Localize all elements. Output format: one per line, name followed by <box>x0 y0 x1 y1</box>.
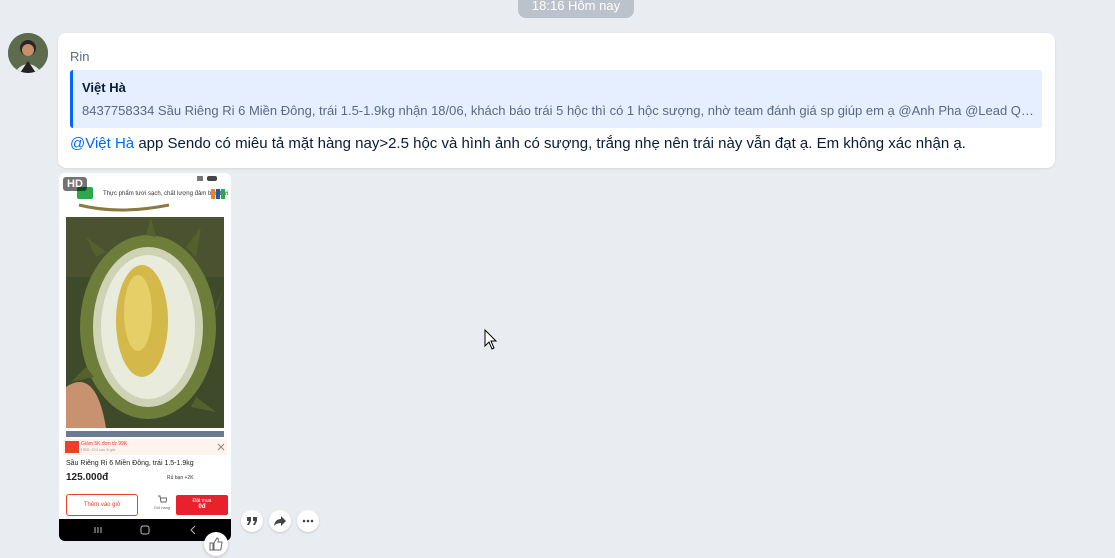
product-name: Sầu Riêng Ri 6 Miền Đông, trái 1.5-1.9kg <box>66 460 194 467</box>
timestamp-pill: 18:16 Hôm nay <box>518 0 634 18</box>
image-attachment[interactable]: HD Thực phẩm tươi sạch, chất lượng đảm b… <box>59 173 231 541</box>
cart-button: Giỏ hàng <box>147 495 177 515</box>
sender-name: Rin <box>70 49 90 64</box>
quoted-message[interactable]: Việt Hà 8437758334 Sầu Riêng Ri 6 Miền Đ… <box>70 70 1042 128</box>
forward-icon <box>274 516 286 526</box>
thumbs-up-icon <box>209 537 223 551</box>
close-icon <box>217 443 225 451</box>
add-to-cart-button: Thêm vào giỏ <box>66 494 138 516</box>
shop-banner-text: Thực phẩm tươi sạch, chất lượng đảm bảo … <box>103 191 229 197</box>
more-button[interactable] <box>297 510 319 532</box>
hd-badge: HD <box>63 177 87 191</box>
message-body: app Sendo có miêu tả mặt hàng nay>2.5 hộ… <box>134 135 966 152</box>
quote-button[interactable] <box>241 510 263 532</box>
forward-button[interactable] <box>269 510 291 532</box>
durian-photo <box>66 217 224 428</box>
buy-now-button: Đặt mua 0đ <box>176 495 228 515</box>
cart-icon <box>158 495 168 503</box>
more-icon <box>302 519 314 523</box>
mouse-pointer-icon <box>484 329 498 350</box>
seller-tag: Rủ bạn +2K <box>167 475 194 481</box>
message-text: @Việt Hà app Sendo có miêu tả mặt hàng n… <box>70 135 966 152</box>
promo-line-2: HSD: Chỉ còn 5 giờ <box>81 447 116 452</box>
quote-author: Việt Hà <box>82 80 126 95</box>
product-price: 125.000đ <box>66 472 109 483</box>
promo-strip: Giảm 5K đơn từ 99K HSD: Chỉ còn 5 giờ <box>63 439 227 455</box>
quote-text: 8437758334 Sầu Riêng Ri 6 Miền Đông, trá… <box>82 103 1037 118</box>
message-bubble[interactable]: Rin Việt Hà 8437758334 Sầu Riêng Ri 6 Mi… <box>58 33 1055 168</box>
mention-link[interactable]: @Việt Hà <box>70 135 134 152</box>
quote-icon <box>247 517 257 525</box>
like-button[interactable] <box>204 532 228 556</box>
cart-label: Giỏ hàng <box>153 505 171 510</box>
buy-now-price: 0đ <box>198 504 206 510</box>
avatar[interactable] <box>8 33 48 73</box>
